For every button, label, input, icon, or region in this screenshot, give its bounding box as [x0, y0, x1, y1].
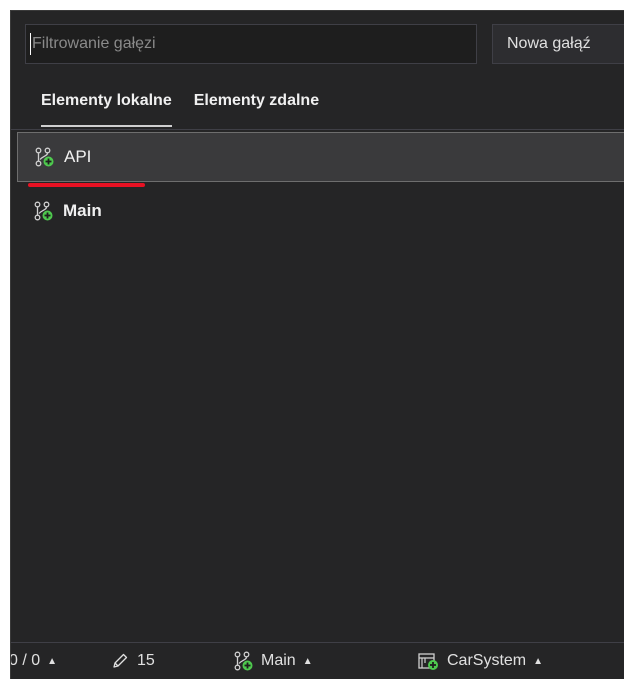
new-branch-button[interactable]: Nowa gałąź — [492, 24, 624, 64]
current-branch[interactable]: Main ▲ — [233, 643, 313, 679]
repository-add-icon — [418, 653, 438, 670]
caret-up-icon: ▲ — [47, 655, 58, 667]
branch-add-icon — [34, 201, 53, 221]
changes-count: 15 — [137, 652, 155, 669]
tab-remote-branches[interactable]: Elementy zdalne — [194, 87, 319, 127]
text-caret — [30, 33, 31, 55]
pencil-icon — [113, 653, 128, 668]
branch-label: Main — [261, 652, 296, 669]
branch-item-main[interactable]: Main — [11, 186, 624, 236]
branch-add-icon — [35, 147, 54, 167]
branch-filter-input[interactable] — [25, 24, 477, 64]
branch-name: API — [64, 147, 92, 166]
git-changes-panel: Nowa gałąź Elementy lokalne Elementy zda… — [10, 10, 624, 679]
caret-up-icon: ▲ — [533, 655, 544, 667]
branch-tabs: Elementy lokalne Elementy zdalne — [41, 87, 319, 127]
sync-status[interactable]: 0 / 0 ▲ — [10, 643, 58, 679]
sync-counts: 0 / 0 — [10, 652, 41, 669]
branch-item-api[interactable]: API — [17, 132, 624, 187]
caret-up-icon: ▲ — [302, 655, 313, 667]
current-repository[interactable]: CarSystem ▲ — [417, 643, 543, 679]
pending-changes[interactable]: 15 — [111, 643, 155, 679]
repository-label: CarSystem — [447, 652, 527, 669]
tab-local-branches[interactable]: Elementy lokalne — [41, 87, 172, 127]
branch-icon — [234, 651, 253, 671]
status-bar: 0 / 0 ▲ 15 Main ▲ CarSystem ▲ — [11, 642, 624, 679]
branch-toolbar: Nowa gałąź — [25, 24, 624, 66]
branch-name: Main — [63, 201, 102, 220]
branch-list: API Main — [11, 129, 624, 643]
